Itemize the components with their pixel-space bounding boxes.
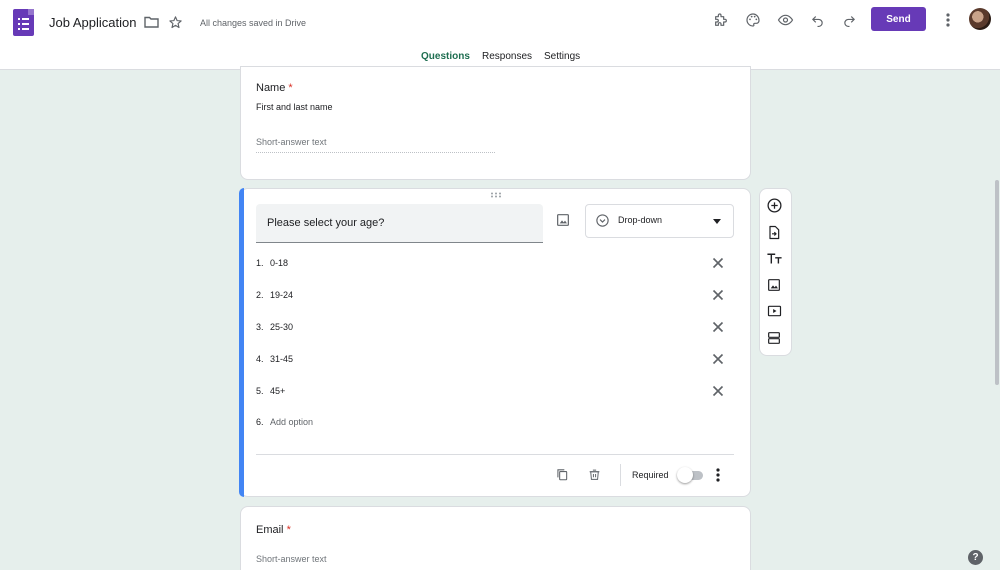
focus-indicator-bar [239, 188, 244, 497]
option-label[interactable]: 25-30 [270, 322, 293, 332]
add-image-icon[interactable] [555, 212, 573, 230]
import-questions-icon[interactable] [766, 224, 784, 242]
chevron-down-icon [712, 217, 722, 225]
add-question-icon[interactable] [766, 197, 784, 215]
question-title-text: Email [256, 524, 284, 536]
add-option-button[interactable]: Add option [270, 417, 313, 427]
option-number: 3. [256, 322, 264, 332]
question-title-text: Please select your age? [267, 217, 385, 229]
required-toggle-knob[interactable] [677, 467, 693, 483]
send-button[interactable]: Send [871, 7, 926, 31]
document-title[interactable]: Job Application [49, 15, 136, 30]
tab-questions[interactable]: Questions [421, 51, 470, 62]
remove-option-icon[interactable] [711, 256, 725, 270]
palette-icon[interactable] [744, 11, 762, 29]
question-title: Name * [256, 82, 293, 94]
duplicate-icon[interactable] [554, 466, 570, 482]
save-status: All changes saved in Drive [200, 18, 307, 28]
short-answer-placeholder: Short-answer text [256, 554, 327, 564]
avatar[interactable] [969, 8, 991, 30]
drag-handle-icon[interactable] [490, 192, 502, 198]
short-answer-placeholder: Short-answer text [256, 137, 327, 147]
option-number: 6. [256, 417, 264, 427]
forms-app-icon[interactable] [13, 9, 34, 36]
option-label[interactable]: 0-18 [270, 258, 288, 268]
top-header: Job Application All changes saved in Dri… [0, 0, 1000, 70]
remove-option-icon[interactable] [711, 320, 725, 334]
dropdown-circle-icon [594, 212, 610, 228]
add-title-description-icon[interactable] [766, 250, 784, 268]
delete-trash-icon[interactable] [586, 466, 602, 482]
add-section-icon[interactable] [766, 330, 784, 348]
remove-option-icon[interactable] [711, 384, 725, 398]
question-title: Email * [256, 524, 291, 536]
question-title-text: Name [256, 82, 286, 94]
preview-eye-icon[interactable] [776, 11, 794, 29]
question-type-label: Drop-down [618, 215, 663, 225]
undo-icon[interactable] [808, 11, 826, 29]
redo-icon[interactable] [840, 11, 858, 29]
option-label[interactable]: 45+ [270, 386, 285, 396]
card-footer-divider [256, 454, 734, 455]
question-card-name[interactable] [240, 66, 751, 180]
page-scrollbar[interactable] [995, 180, 999, 385]
remove-option-icon[interactable] [711, 288, 725, 302]
star-icon[interactable] [167, 14, 183, 30]
question-description: First and last name [256, 102, 333, 112]
option-number: 1. [256, 258, 264, 268]
required-asterisk: * [286, 524, 291, 536]
option-number: 5. [256, 386, 264, 396]
tab-settings[interactable]: Settings [544, 51, 580, 62]
more-vert-icon[interactable] [941, 11, 955, 29]
required-asterisk: * [288, 82, 293, 94]
folder-icon[interactable] [143, 15, 159, 29]
option-label[interactable]: 19-24 [270, 290, 293, 300]
remove-option-icon[interactable] [711, 352, 725, 366]
more-vert-icon[interactable] [711, 467, 725, 483]
answer-underline [256, 152, 495, 153]
addons-puzzle-icon[interactable] [712, 11, 730, 29]
option-number: 4. [256, 354, 264, 364]
option-number: 2. [256, 290, 264, 300]
required-label: Required [632, 470, 669, 480]
help-icon[interactable]: ? [968, 550, 983, 565]
add-image-icon[interactable] [766, 277, 784, 295]
tab-responses[interactable]: Responses [482, 51, 532, 62]
add-video-icon[interactable] [766, 303, 784, 321]
footer-vertical-divider [620, 464, 621, 486]
option-label[interactable]: 31-45 [270, 354, 293, 364]
